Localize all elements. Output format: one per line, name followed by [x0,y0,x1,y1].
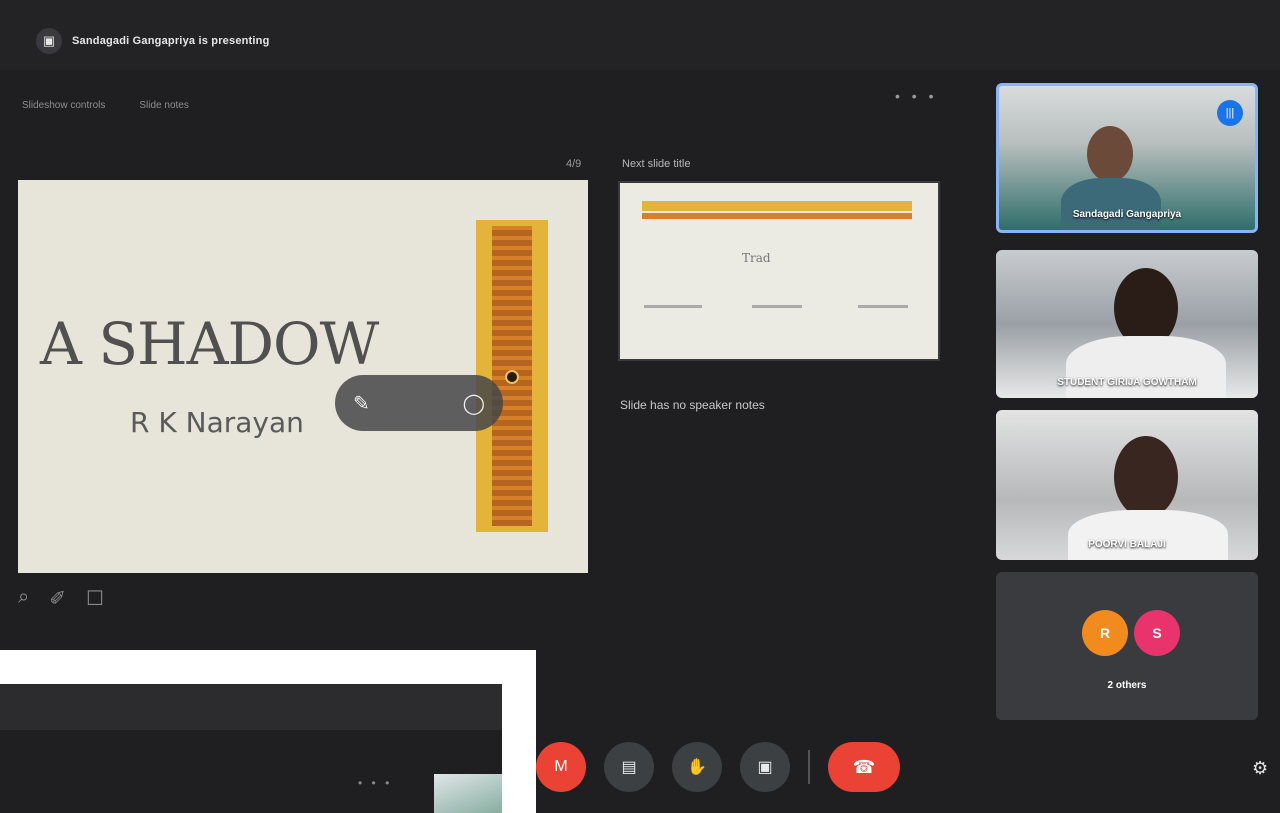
current-slide: A SHADOW R K Narayan ✎ ◯ [18,180,588,573]
captions-button[interactable]: ▤ [604,742,654,792]
presenting-indicator[interactable]: ▣ Sandagadi Gangapriya is presenting [36,28,270,54]
present-button[interactable]: ▣ [740,742,790,792]
slideshow-controls-item[interactable]: Slideshow controls [16,98,111,113]
next-slide-thumbnail[interactable]: Trad [618,181,940,361]
slide-notes-item[interactable]: Slide notes [133,98,194,113]
participant-body [1061,178,1161,230]
others-avatars: R S [1082,610,1180,656]
participant-video [1087,126,1133,182]
avatar: S [1134,610,1180,656]
thumb-title: Trad [742,251,771,265]
raise-hand-button[interactable]: ✋ [672,742,722,792]
others-count: 2 others [1107,680,1147,691]
microphone-button[interactable]: M [536,742,586,792]
pip-thumbnail [434,774,502,813]
slide-title: A SHADOW [40,310,379,378]
zoom-icon[interactable]: ⌕ [18,586,29,611]
thumb-line [644,305,702,308]
speaker-notes: Slide has no speaker notes [620,398,765,412]
meeting-window: ▣ Sandagadi Gangapriya is presenting Sli… [0,0,1280,813]
thumb-line [858,305,908,308]
participant-tile[interactable]: POORVI BALAJI [996,410,1258,560]
slide-author: R K Narayan [130,406,304,439]
more-options-icon[interactable]: • • • [895,88,937,104]
participant-name: Sandagadi Gangapriya [1072,209,1182,220]
avatar: R [1082,610,1128,656]
participant-video [1114,436,1178,518]
call-controls: M ▤ ✋ ▣ ☎ [536,742,900,792]
pip-top-bar [0,684,502,730]
presenting-text: Sandagadi Gangapriya is presenting [72,35,270,47]
participant-body [1068,510,1228,560]
slide-toolbar: Slideshow controls Slide notes [16,98,195,113]
controls-divider [808,750,810,784]
slide-counter: 4/9 [566,158,582,170]
pip-content: • • • [0,684,502,813]
slide-decoration-strip [476,220,548,532]
pen-icon[interactable]: ✐ [49,586,66,611]
top-bar: ▣ Sandagadi Gangapriya is presenting [0,0,1280,70]
picture-in-picture-window: • • • [0,650,536,813]
participant-name: POORVI BALAJI [1088,539,1166,550]
captions-icon[interactable]: ☐ [86,586,104,611]
next-slide-label: Next slide title [622,158,691,170]
mic-off-icon[interactable]: ✎ [353,391,370,416]
slide-tools: ⌕ ✐ ☐ [18,586,104,611]
participant-body [1066,336,1226,398]
strip-dot [505,370,519,384]
participant-tile[interactable]: STUDENT GIRIJA GOWTHAM [996,250,1258,398]
thumb-bar [642,201,912,211]
speaking-icon: ||| [1217,100,1243,126]
thumb-line [752,305,802,308]
presentation-icon: ▣ [36,28,62,54]
others-tile[interactable]: R S 2 others [996,572,1258,720]
participant-tile[interactable]: ||| Sandagadi Gangapriya [996,83,1258,233]
floating-slide-controls: ✎ ◯ [335,375,503,431]
settings-icon[interactable]: ⚙ [1252,758,1268,779]
end-call-button[interactable]: ☎ [828,742,900,792]
thumb-bar-accent [642,213,912,219]
pointer-icon[interactable]: ◯ [463,391,485,416]
pip-more-icon[interactable]: • • • [358,776,392,790]
participant-name: STUDENT GIRIJA GOWTHAM [1057,377,1197,388]
